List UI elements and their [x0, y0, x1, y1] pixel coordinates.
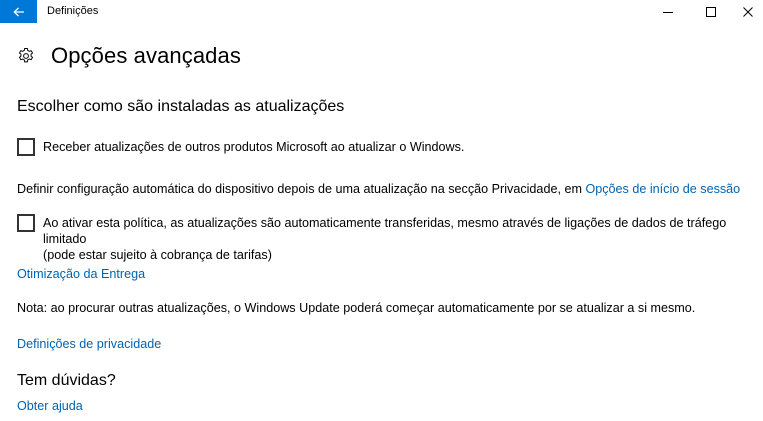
settings-window: Definições Opções avançadas Escolher com… [0, 0, 763, 421]
maximize-icon [706, 6, 716, 17]
back-arrow-icon [12, 7, 24, 16]
sign-in-options-link[interactable]: Opções de início de sessão [585, 182, 740, 196]
close-icon [743, 6, 753, 17]
other-products-checkbox-label[interactable]: Receber atualizações de outros produtos … [43, 139, 748, 155]
updates-section-heading: Escolher como são instaladas as atualiza… [17, 98, 345, 115]
gear-icon [18, 48, 34, 63]
auto-config-text: Definir configuração automática do dispo… [17, 182, 586, 196]
get-help-row: Obter ajuda [17, 398, 83, 414]
help-heading: Tem dúvidas? [17, 372, 116, 389]
window-title: Definições [47, 5, 99, 17]
auto-config-description: Definir configuração automática do dispo… [17, 181, 747, 197]
page-header: Opções avançadas [17, 43, 241, 69]
metered-connection-option: Ao ativar esta política, as atualizações… [17, 214, 748, 263]
other-products-option: Receber atualizações de outros produtos … [17, 138, 748, 156]
privacy-settings-row: Definições de privacidade [17, 336, 161, 352]
metered-label-line2: (pode estar sujeito à cobrança de tarifa… [43, 248, 272, 262]
metered-connection-checkbox-label[interactable]: Ao ativar esta política, as atualizações… [43, 215, 748, 263]
page-title: Opções avançadas [51, 43, 241, 68]
get-help-link[interactable]: Obter ajuda [17, 399, 83, 413]
other-products-checkbox[interactable] [17, 138, 35, 156]
minimize-button[interactable] [645, 0, 691, 23]
metered-label-line1: Ao ativar esta política, as atualizações… [43, 216, 727, 246]
delivery-optimization-link[interactable]: Otimização da Entrega [17, 267, 145, 281]
back-button[interactable] [0, 0, 37, 23]
title-bar: Definições [0, 0, 763, 23]
update-note: Nota: ao procurar outras atualizações, o… [17, 301, 696, 315]
minimize-icon [663, 11, 673, 13]
delivery-optimization-row: Otimização da Entrega [17, 266, 145, 282]
privacy-settings-link[interactable]: Definições de privacidade [17, 337, 161, 351]
metered-connection-checkbox[interactable] [17, 214, 35, 232]
close-button[interactable] [725, 0, 763, 23]
